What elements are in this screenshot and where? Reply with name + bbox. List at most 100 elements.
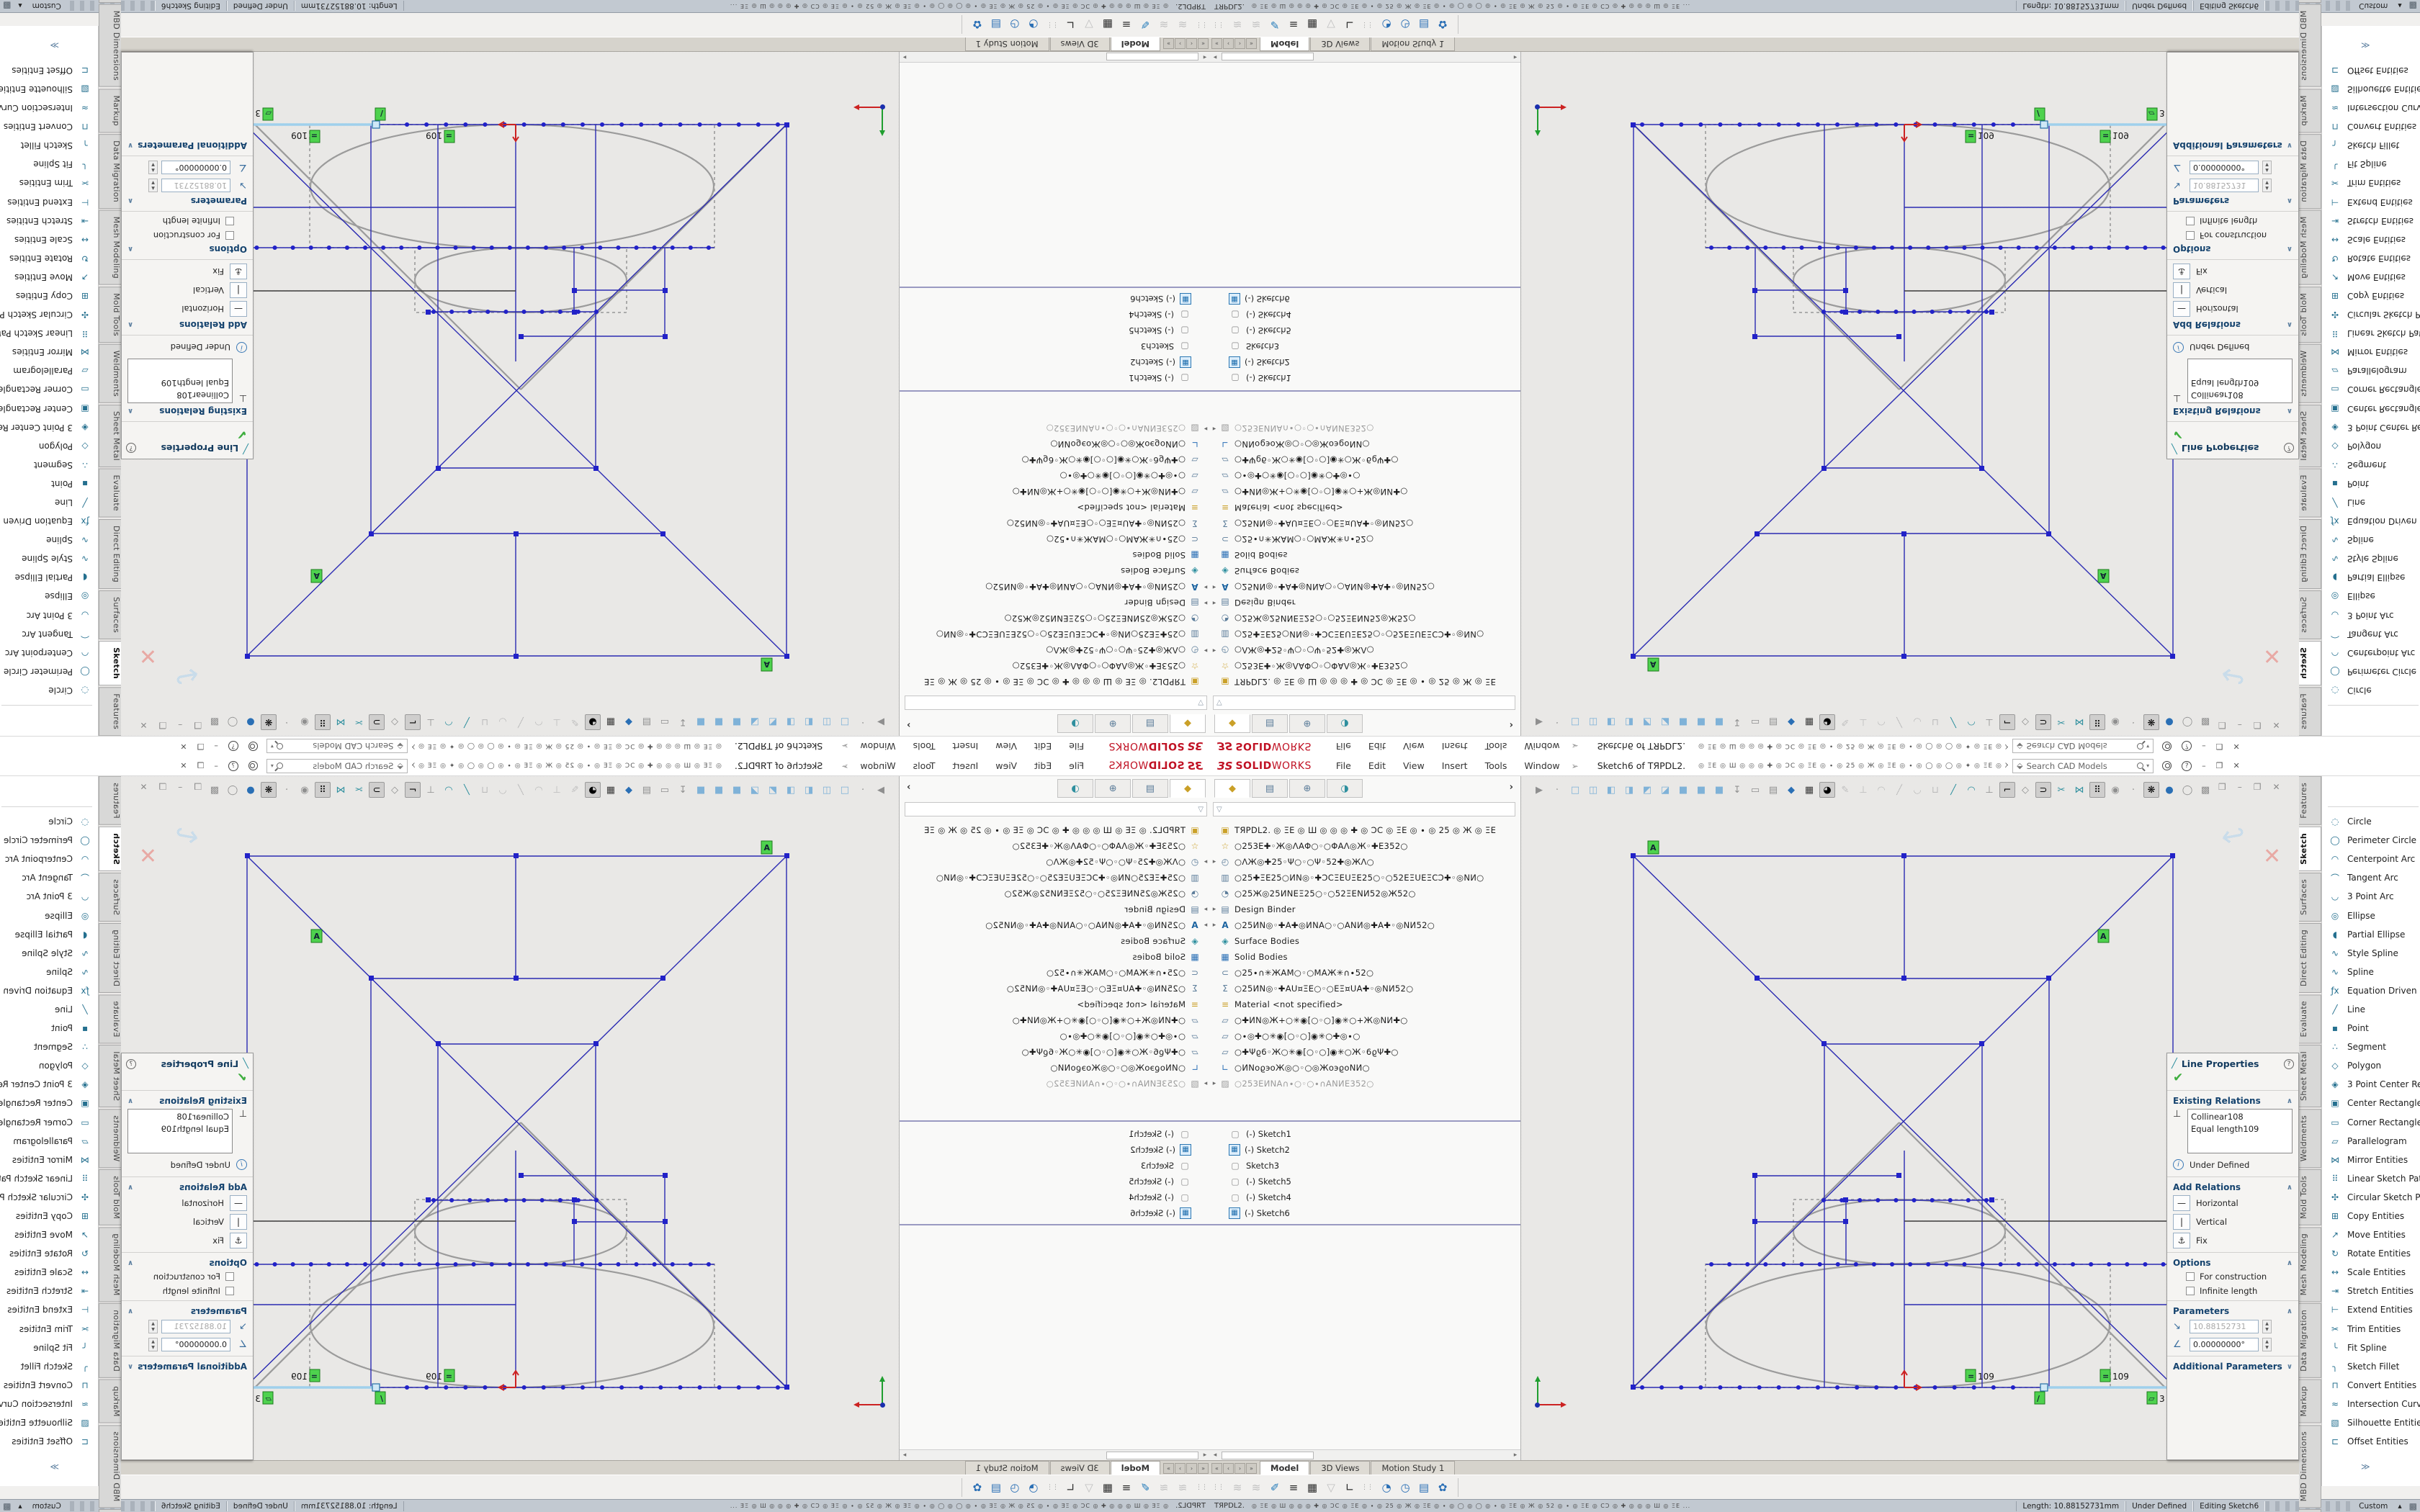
document-tab[interactable]: 3D Views bbox=[1310, 37, 1370, 51]
toolbar-icon[interactable]: ⋈ bbox=[2071, 714, 2087, 730]
ok-button[interactable]: ✔ bbox=[2167, 424, 2298, 441]
toolbar-icon[interactable]: ╱ bbox=[513, 782, 529, 798]
toolbar-icon[interactable]: ⊃ bbox=[2035, 714, 2051, 730]
panel-tab[interactable]: ◆ bbox=[1170, 779, 1206, 798]
scrollbar-thumb[interactable] bbox=[1106, 1452, 1198, 1459]
menu-item[interactable]: ⌒ Tangent Arc bbox=[2322, 625, 2420, 644]
spinner-control[interactable]: ▲▼ bbox=[2262, 179, 2272, 192]
menu-item[interactable]: ✣ Circular Sketch Pattern bbox=[0, 1188, 98, 1207]
panel-help-icon[interactable]: ? bbox=[126, 444, 136, 454]
command-tab[interactable]: Sketch bbox=[99, 641, 121, 685]
spinner-control[interactable]: ▲▼ bbox=[148, 161, 158, 174]
tree-item[interactable]: Σ ○25ИΝ◎◦✚ΑU¤ΞΕ○◦○ΕΞ¤UΑ✚◦◎ΝИ52○ bbox=[899, 981, 1210, 996]
child-window-button[interactable]: – bbox=[178, 720, 182, 730]
search-dropdown-icon[interactable]: ▾ bbox=[271, 743, 274, 750]
toolbar-icon[interactable]: ◩ bbox=[1639, 714, 1655, 730]
search-icon[interactable] bbox=[277, 743, 283, 750]
toolbar-grip[interactable]: ⋮⋮ bbox=[1361, 1484, 1373, 1491]
document-tab[interactable]: Motion Study 1 bbox=[1371, 37, 1455, 51]
toolbar-icon[interactable]: ◠ bbox=[1963, 782, 1979, 798]
pin-icon[interactable]: ➢ bbox=[1572, 742, 1579, 752]
tab-nav-button[interactable]: « bbox=[1198, 38, 1209, 49]
tree-item[interactable]: ◈ Surface Bodies bbox=[1210, 563, 1521, 579]
panel-tab[interactable]: ⊕ bbox=[1289, 714, 1325, 733]
toolbar-icon[interactable]: ◕ bbox=[1819, 782, 1835, 798]
tab-nav-button[interactable]: › bbox=[1234, 1463, 1245, 1474]
menu-item[interactable]: ◎ Ellipse bbox=[0, 587, 98, 606]
toolbar-icon[interactable]: ⊥ bbox=[423, 714, 439, 730]
exit-sketch-icon[interactable]: ↩ bbox=[172, 657, 202, 694]
sketch-tree-item[interactable]: ▢ (-) Sketch5 bbox=[1210, 323, 1521, 338]
menu-item[interactable]: ✣ Circular Sketch Pattern bbox=[2322, 1188, 2420, 1207]
tree-item[interactable]: ◔ ○25Ж◎25ИΝΕΞ25○◦○52ΞΕΝИ52◎Ж52○ bbox=[1210, 611, 1521, 626]
toolbar-button[interactable]: ▦ bbox=[1303, 16, 1322, 35]
panel-tab[interactable]: ⊕ bbox=[1095, 779, 1131, 798]
menu-item[interactable]: View bbox=[1396, 759, 1432, 773]
menu-item[interactable]: ≈ Intersection Curve bbox=[2322, 99, 2420, 117]
toolbar-icon[interactable]: ◉ bbox=[297, 714, 313, 730]
toolbar-icon[interactable]: ✎ bbox=[1837, 714, 1853, 730]
pin-icon[interactable]: ➢ bbox=[841, 761, 848, 771]
tree-item[interactable]: ▱ ○✚ИΝ◎Ж+○✳◉[○◦○]◉✳○+Ж◎ΝИ✚○ bbox=[899, 1012, 1210, 1028]
menu-item[interactable]: ◎ Ellipse bbox=[2322, 587, 2420, 606]
menu-item[interactable]: ∿ Spline bbox=[2322, 531, 2420, 549]
menu-more-icon[interactable]: ≫ bbox=[50, 1462, 59, 1472]
toolbar-icon[interactable]: ▩ bbox=[2197, 714, 2213, 730]
tree-item[interactable]: ▥ ○25✚ΞΕ25○ИΝ◎◦✚ƆCΞΕUΞΕ25○◦○52ΕΞUΕΞCƆ✚◦◎… bbox=[899, 626, 1210, 642]
tab-nav-button[interactable]: ‹ bbox=[1223, 1463, 1234, 1474]
child-window-button[interactable]: ✕ bbox=[2273, 720, 2280, 730]
menu-more-icon[interactable]: ≫ bbox=[2361, 1462, 2370, 1472]
toolbar-button[interactable]: ▽ bbox=[1080, 1478, 1098, 1497]
command-tab[interactable]: Sheet Metal bbox=[2299, 1045, 2321, 1107]
relations-listbox[interactable]: Collinear108 Equal length109 bbox=[2187, 359, 2293, 403]
menu-item[interactable]: ▭ Corner Rectangle bbox=[0, 380, 98, 399]
command-tab[interactable]: ⋮ bbox=[99, 1509, 121, 1512]
menu-item[interactable]: ╮ Sketch Fillet bbox=[0, 1357, 98, 1376]
toolbar-icon[interactable]: ▶ bbox=[1531, 782, 1547, 798]
sketch-tree-item[interactable]: ▢ (-) Sketch5 bbox=[899, 323, 1210, 338]
toolbar-button[interactable]: ∟ bbox=[1061, 1478, 1080, 1497]
menu-item[interactable]: ⊢ Extend Entities bbox=[2322, 1300, 2420, 1319]
document-tab[interactable]: Model bbox=[1111, 1461, 1160, 1475]
toolbar-icon[interactable]: ● bbox=[2161, 714, 2177, 730]
toolbar-button[interactable]: ▦ bbox=[1098, 16, 1117, 35]
toolbar-icon[interactable]: ◇ bbox=[2017, 782, 2033, 798]
scrollbar-thumb[interactable] bbox=[1222, 1452, 1314, 1459]
scroll-left-icon[interactable]: ◂ bbox=[1200, 53, 1210, 60]
toolbar-button[interactable]: ≋ bbox=[1228, 16, 1247, 35]
ok-button[interactable]: ✔ bbox=[2167, 1071, 2298, 1088]
sketch-tree-item[interactable]: ▢ (-) Sketch5 bbox=[1210, 1174, 1521, 1189]
restore-button[interactable]: ❐ bbox=[197, 761, 204, 770]
tree-item[interactable]: ▥ ○25✚ΞΕ25○ИΝ◎◦✚ƆCΞΕUΞΕ25○◦○52ΕΞUΕΞCƆ✚◦◎… bbox=[1210, 626, 1521, 642]
menu-item[interactable]: ↗ Move Entities bbox=[2322, 268, 2420, 287]
panel-expand-icon[interactable]: › bbox=[1510, 782, 1513, 793]
tree-item[interactable]: ⊂ ○25∙∩✳ЖΑΜ○◦○ΜΑЖ✳∩∙52○ bbox=[899, 965, 1210, 981]
tree-item[interactable]: ▸ A ○25ИΝ◎◦✚Α✚◎ИΝΑ○◦○ΑΝИ◎✚Α✚◦◎ΝИ52○ bbox=[899, 917, 1210, 933]
menu-item[interactable]: ∿ Style Spline bbox=[2322, 549, 2420, 568]
tree-item[interactable]: ▸ A ○25ИΝ◎◦✚Α✚◎ИΝΑ○◦○ΑΝИ◎✚Α✚◦◎ΝИ52○ bbox=[1210, 917, 1521, 933]
status-custom-arrow[interactable]: ▴ bbox=[18, 1502, 22, 1511]
toolbar-icon[interactable]: ✎ bbox=[567, 782, 583, 798]
toolbar-icon[interactable]: ↧ bbox=[1729, 782, 1745, 798]
command-tab[interactable]: Sheet Metal bbox=[99, 1045, 121, 1107]
horizontal-scrollbar[interactable]: ◂ ▸ bbox=[900, 52, 1210, 63]
tree-item[interactable]: ▸ ◴ ○ΛЖ◎✚25◦Ψ○◦○Ψ◦52✚◎ЖΛ○ bbox=[1210, 642, 1521, 658]
menu-item[interactable]: Insert bbox=[1435, 759, 1475, 773]
menu-item[interactable]: ▧ Silhouette Entities bbox=[0, 1413, 98, 1432]
toolbar-icon[interactable]: ▦ bbox=[1801, 714, 1817, 730]
tree-item[interactable]: ∟ ○ИΝоϱэоЖ◎○◦○◎ЖоэϱоΝИ○ bbox=[899, 1060, 1210, 1076]
toolbar-icon[interactable]: ⊥ bbox=[1981, 782, 1997, 798]
tree-item[interactable]: ▦ Solid Bodies bbox=[1210, 949, 1521, 965]
toolbar-button[interactable]: ≋ bbox=[1155, 16, 1173, 35]
toolbar-icon[interactable]: ✎ bbox=[567, 714, 583, 730]
tree-item[interactable]: ◔ ○25Ж◎25ИΝΕΞ25○◦○52ΞΕΝИ52◎Ж52○ bbox=[899, 886, 1210, 901]
command-tab[interactable]: MBD Dimensions bbox=[2299, 4, 2321, 87]
menu-item[interactable]: View bbox=[988, 759, 1024, 773]
collapse-icon[interactable]: ∧ bbox=[127, 1184, 133, 1192]
close-button[interactable]: ✕ bbox=[2233, 761, 2240, 770]
toolbar-icon[interactable]: ■ bbox=[1675, 782, 1691, 798]
toolbar-icon[interactable]: ■ bbox=[1711, 782, 1727, 798]
tree-filter-input[interactable]: ▽ bbox=[1213, 802, 1515, 816]
expand-icon[interactable]: ▸ bbox=[1210, 922, 1219, 929]
tree-item[interactable]: ◔ ○25Ж◎25ИΝΕΞ25○◦○52ΞΕΝИ52◎Ж52○ bbox=[1210, 886, 1521, 901]
